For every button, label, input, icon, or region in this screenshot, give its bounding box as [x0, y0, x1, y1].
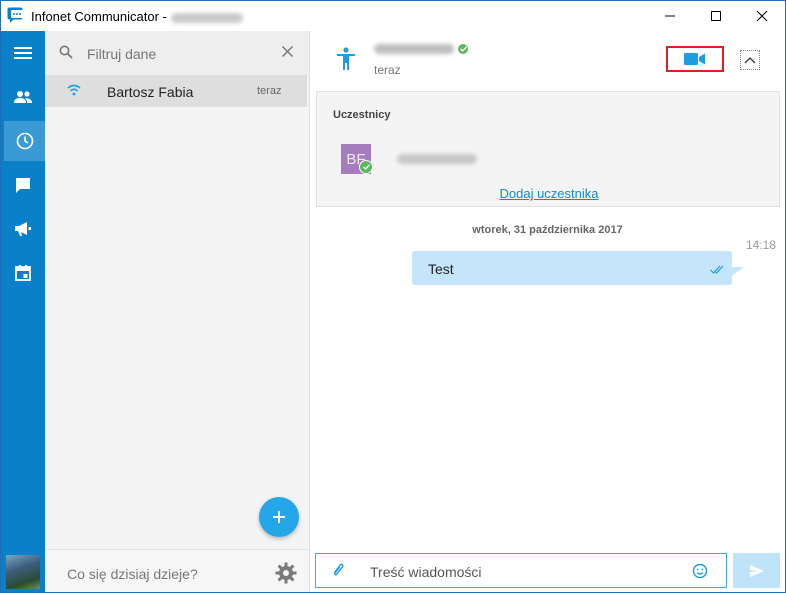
status-bar — [45, 549, 309, 592]
double-check-icon — [710, 265, 724, 274]
send-icon — [749, 564, 764, 577]
contact-name-blurred — [374, 44, 454, 54]
user-avatar[interactable] — [6, 555, 40, 589]
person-icon — [337, 47, 355, 70]
app-window: Infonet Communicator - Filtruj dane Bart… — [0, 0, 786, 593]
online-status-icon — [458, 44, 468, 54]
day-separator: wtorek, 31 października 2017 — [472, 224, 623, 236]
contact-list-panel: Bartosz Fabia teraz — [45, 31, 310, 592]
search-icon — [59, 45, 73, 59]
contact-list-item[interactable]: Bartosz Fabia teraz — [45, 75, 307, 107]
message-input[interactable] — [368, 562, 682, 582]
wifi-icon — [67, 84, 81, 96]
maximize-button[interactable] — [693, 1, 739, 31]
recent-icon — [16, 132, 33, 150]
maximize-icon — [711, 11, 721, 21]
status-input[interactable] — [65, 564, 249, 584]
contact-time: teraz — [257, 85, 282, 97]
calendar-icon — [15, 265, 31, 281]
title-bar: Infonet Communicator - — [1, 1, 785, 31]
chat-area: teraz Uczestnicy BF Dodaj uczestnika wto… — [310, 31, 785, 592]
minimize-icon — [665, 15, 675, 17]
send-button[interactable] — [733, 553, 780, 588]
nav-calendar[interactable] — [1, 253, 45, 293]
chevron-up-icon — [744, 57, 756, 64]
plus-icon — [273, 511, 285, 523]
clear-icon[interactable] — [281, 45, 294, 58]
add-participant-link[interactable]: Dodaj uczestnika — [317, 186, 781, 201]
menu-icon — [14, 47, 32, 59]
window-title: Infonet Communicator - — [31, 9, 243, 24]
nav-menu[interactable] — [1, 33, 45, 73]
search-bar — [45, 31, 309, 75]
message-bubble[interactable]: Test — [412, 251, 732, 285]
message-time: 14:18 — [746, 238, 777, 252]
message-bubble-tail — [730, 267, 744, 277]
search-input[interactable] — [85, 43, 279, 65]
contact-name: Bartosz Fabia — [107, 84, 194, 100]
nav-chat[interactable] — [1, 165, 45, 205]
participants-panel: Uczestnicy BF Dodaj uczestnika — [316, 91, 780, 207]
chat-contact-name — [374, 44, 468, 54]
nav-contacts[interactable] — [1, 77, 45, 117]
user-name-blurred — [170, 12, 243, 23]
gear-icon[interactable] — [275, 562, 297, 584]
megaphone-icon — [15, 222, 31, 236]
window-title-text: Infonet Communicator - — [31, 9, 167, 24]
message-composer — [315, 553, 727, 588]
participant-name-blurred — [397, 154, 477, 164]
video-call-button[interactable] — [666, 46, 724, 72]
close-icon — [756, 10, 768, 22]
minimize-button[interactable] — [647, 1, 693, 31]
nav-sidebar — [1, 31, 45, 592]
video-camera-icon — [684, 53, 705, 65]
attachment-icon[interactable] — [330, 563, 346, 577]
chat-header: teraz — [310, 31, 785, 87]
participant-online-icon — [359, 160, 373, 174]
nav-announcements[interactable] — [1, 209, 45, 249]
contacts-icon — [14, 91, 32, 103]
chat-status-text: teraz — [374, 63, 401, 77]
nav-recent[interactable] — [4, 121, 45, 161]
close-button[interactable] — [739, 1, 785, 31]
add-button[interactable] — [259, 497, 299, 537]
collapse-button[interactable] — [740, 50, 760, 70]
app-logo-icon — [7, 7, 23, 23]
emoji-icon[interactable] — [692, 563, 708, 579]
chat-icon — [16, 178, 30, 193]
message-text: Test — [428, 261, 454, 277]
participants-title: Uczestnicy — [333, 109, 391, 121]
